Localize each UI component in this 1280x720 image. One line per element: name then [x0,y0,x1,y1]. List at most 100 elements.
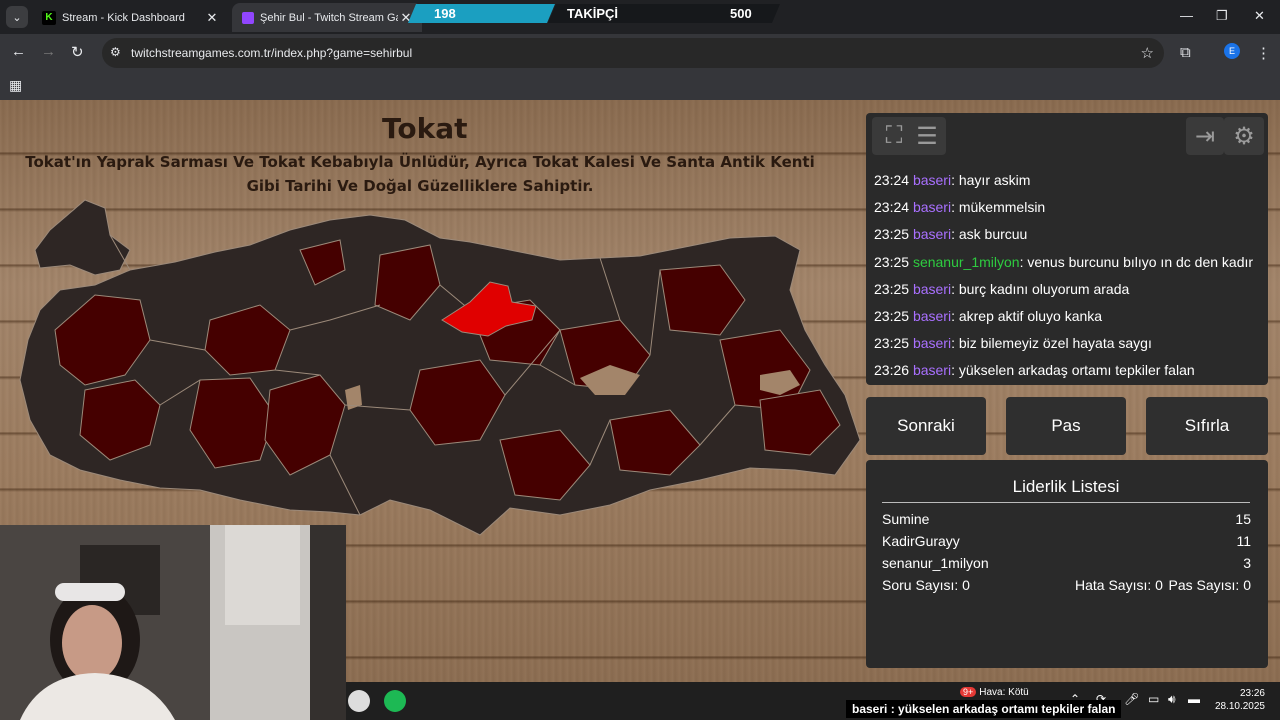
city-title: Tokat [382,112,468,145]
chat-username[interactable]: baseri [913,335,951,351]
chat-text: : venus burcunu bılıyo ın dc den kadır [1019,253,1254,270]
chat-time: 23:25 [874,280,910,297]
exit-icon[interactable]: ⇥ [1186,117,1224,155]
site-info-icon[interactable]: ⚙ [110,45,121,59]
leaderboard-title: Liderlik Listesi [882,477,1250,503]
tab-search-button[interactable]: ⌄ [6,6,28,28]
address-bar[interactable]: ⚙ twitchstreamgames.com.tr/index.php?gam… [102,38,1164,68]
follower-label: TAKİPÇİ [567,6,619,21]
profile-avatar[interactable]: E [1224,43,1240,59]
chat-text: : akrep aktif oluyo kanka [951,307,1103,324]
chat-message: 23:25 baseri: akrep aktif oluyo kanka [874,303,1264,330]
chat-username[interactable]: baseri [913,172,951,188]
leaderboard-row: KadirGurayy 11 [882,533,1251,549]
reset-button[interactable]: Sıfırla [1146,397,1268,455]
error-count: Hata Sayısı: 0 [1075,577,1163,593]
weather-text: Hava: Kötü [979,687,1029,698]
chat-text: : biz bilemeyiz özel hayata saygı [951,335,1152,352]
pass-count: Pas Sayısı: 0 [1168,577,1251,593]
obs-icon[interactable] [348,690,370,712]
chat-message: 23:26 baseri: yükselen arkadaş ortamı te… [874,357,1264,384]
player-score: 11 [1236,533,1251,549]
chat-time: 23:24 [874,199,910,216]
player-name: Sumine [882,511,930,527]
webcam-image [0,525,346,720]
weather-badge: 9+ [960,687,977,697]
extensions-icon[interactable]: ⧉ [1180,44,1191,61]
reload-icon[interactable]: ↻ [71,43,84,61]
taskbar [346,682,1280,720]
mic-icon[interactable]: 🎤︎ [1124,692,1139,706]
leaderboard-panel: Liderlik Listesi Sumine 15 KadirGurayy 1… [866,460,1268,668]
chat-time: 23:25 [874,335,910,352]
chat-message: 23:25 senanur_1milyon: venus burcunu bıl… [874,249,1264,276]
pass-button[interactable]: Pas [1006,397,1126,455]
close-window-icon[interactable]: ✕ [1254,8,1265,24]
chat-message: 23:24 baseri: mükemmelsin [874,194,1264,221]
chat-message: 23:25 baseri: ask burcuu [874,221,1264,248]
clock-date: 28.10.2025 [1214,701,1265,712]
spotify-icon[interactable] [384,690,406,712]
player-score: 15 [1235,511,1251,527]
turkey-map[interactable] [0,190,866,550]
tab-title: Stream - Kick Dashboard [62,11,185,24]
chat-username[interactable]: baseri [913,226,951,242]
chat-message: 23:24 baseri: hayır askim [874,167,1264,194]
leaderboard-row: senanur_1milyon 3 [882,555,1251,571]
follower-goal: 500 [730,6,752,21]
map-thrace [34,199,131,276]
settings-gear-icon[interactable]: ⚙ [1224,117,1264,155]
player-score: 3 [1243,555,1251,571]
chat-text: : yükselen arkadaş ortamı tepkiler falan [951,362,1195,379]
chat-message: 23:25 baseri: burç kadını oluyorum arada [874,276,1264,303]
maximize-icon[interactable]: ❐ [1216,8,1228,24]
clock-time: 23:26 [1239,688,1265,699]
close-tab-icon[interactable]: ✕ [204,10,220,26]
back-icon[interactable]: ← [11,43,26,60]
chat-text: : hayır askim [951,172,1031,188]
chat-time: 23:25 [874,253,910,270]
tab-title: Şehir Bul - Twitch Stream Game [260,11,398,24]
battery-icon[interactable]: ▬ [1188,692,1200,706]
system-clock[interactable]: 23:26 28.10.2025 [1214,687,1265,713]
chat-username[interactable]: baseri [913,362,951,378]
follower-goal-fill [408,4,555,23]
chat-text: : ask burcuu [951,226,1028,243]
follower-current: 198 [434,6,456,21]
tab-sehir-bul[interactable]: Şehir Bul - Twitch Stream Game ✕ [232,3,422,32]
chat-username[interactable]: baseri [913,308,951,324]
twitch-favicon-icon [242,11,254,24]
chat-username[interactable]: senanur_1milyon [913,254,1020,270]
minimize-icon[interactable]: — [1180,8,1193,23]
chat-text: : burç kadını oluyorum arada [951,280,1130,297]
kick-favicon-icon: K [42,10,56,25]
bookmarks-bar: ▦ [0,72,1280,100]
chat-time: 23:25 [874,307,910,324]
chat-username[interactable]: baseri [913,199,951,215]
question-count: Soru Sayısı: 0 [882,577,970,593]
ticker-user: baseri [852,702,888,716]
webcam-feed [0,525,346,720]
network-icon[interactable]: ▭ [1148,692,1159,706]
chat-message-list: 23:24 baseri: hayır askim 23:24 baseri: m… [874,167,1264,385]
chat-ticker: baseri : yükselen arkadaş ortamı tepkile… [846,700,1122,718]
notes-icon[interactable]: ☰ [908,117,946,155]
chat-username[interactable]: baseri [913,281,951,297]
apps-grid-icon[interactable]: ▦ [9,77,22,94]
forward-icon[interactable]: → [41,43,56,60]
url-text[interactable]: twitchstreamgames.com.tr/index.php?game=… [131,46,412,60]
next-button[interactable]: Sonraki [866,397,986,455]
bookmark-star-icon[interactable]: ☆ [1141,44,1154,62]
volume-icon[interactable]: 🔊︎ [1168,692,1176,707]
weather-widget[interactable]: 9+ Hava: Kötü [960,687,1029,698]
chat-time: 23:26 [874,362,910,379]
chat-panel: ⛶ ☰ ⇥ ⚙ 23:24 baseri: hayır askim 23:24 b… [866,113,1268,385]
menu-kebab-icon[interactable]: ⋮ [1256,44,1271,62]
leaderboard-row: Sumine 15 [882,511,1251,527]
ticker-text: : yükselen arkadaş ortamı tepkiler falan [887,702,1116,716]
tab-kick-dashboard[interactable]: K Stream - Kick Dashboard ✕ [32,3,228,32]
chat-message: 23:25 baseri: biz bilemeyiz özel hayata … [874,330,1264,357]
player-name: senanur_1milyon [882,555,989,571]
chat-time: 23:24 [874,172,910,188]
browser-toolbar: ← → ↻ ⚙ twitchstreamgames.com.tr/index.p… [0,34,1280,72]
